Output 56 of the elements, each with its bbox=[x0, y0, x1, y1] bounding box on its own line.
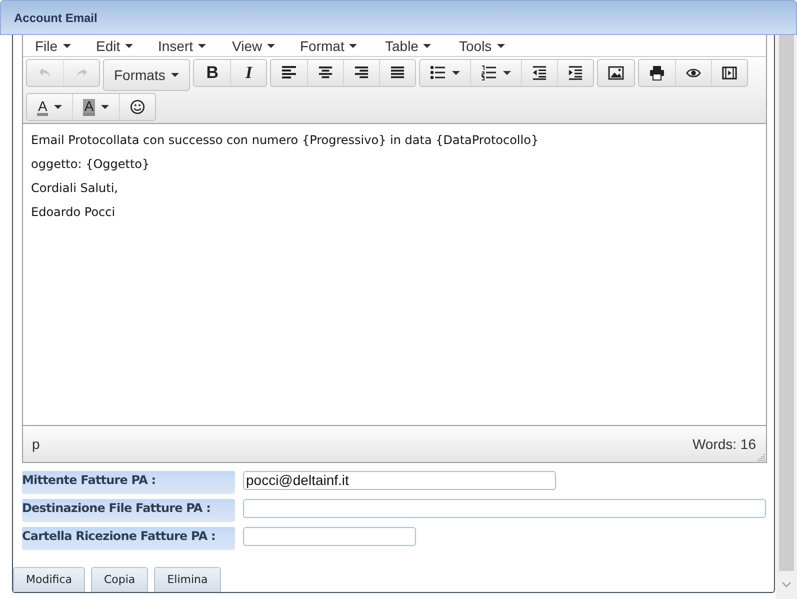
caret-icon bbox=[349, 44, 358, 48]
field-label: Cartella Ricezione Fatture PA : bbox=[22, 527, 235, 550]
paragraph: Email Protocollata con successo con numero {Progressivo} in data {DataProtocollo} bbox=[31, 132, 540, 148]
field-label: Mittente Fatture PA : bbox=[22, 471, 235, 494]
image-icon bbox=[608, 65, 624, 81]
scroll-down-icon bbox=[782, 582, 791, 588]
menu-item[interactable]: Tools bbox=[459, 38, 519, 52]
menu-item[interactable]: View bbox=[232, 38, 300, 52]
justify-icon bbox=[390, 65, 406, 81]
resize-grip-icon bbox=[757, 453, 765, 461]
paragraph: Edoardo Pocci bbox=[31, 204, 116, 220]
indent-icon bbox=[568, 65, 584, 81]
caret-icon bbox=[423, 44, 432, 48]
align-right-icon bbox=[354, 65, 370, 81]
toolbar-button[interactable]: Formats bbox=[104, 60, 190, 90]
word-count: Words: 16 bbox=[692, 434, 756, 454]
bullet-list-icon bbox=[430, 65, 446, 81]
paragraph: oggetto: {Oggetto} bbox=[31, 156, 151, 172]
caret-icon bbox=[125, 44, 134, 48]
caret-icon bbox=[198, 44, 206, 48]
caret-icon bbox=[503, 71, 512, 75]
align-center-icon bbox=[318, 65, 334, 81]
caret-icon bbox=[171, 73, 180, 77]
caret-icon bbox=[496, 44, 505, 48]
toolbar-button[interactable]: I bbox=[230, 60, 266, 86]
menu-item[interactable]: Insert bbox=[158, 38, 232, 52]
numbered-list-icon bbox=[481, 65, 498, 81]
toolbar-button[interactable]: B bbox=[194, 60, 230, 86]
input-field[interactable]: pocci@deltainf.it bbox=[243, 471, 556, 490]
film-icon bbox=[722, 65, 738, 81]
menu-item[interactable]: Table bbox=[385, 38, 459, 52]
input-field[interactable] bbox=[243, 527, 416, 546]
caret-icon bbox=[54, 105, 62, 109]
paragraph: Cordiali Saluti, bbox=[31, 180, 119, 196]
align-left-icon bbox=[281, 65, 298, 81]
menu-item[interactable]: Edit bbox=[96, 38, 158, 52]
element-path: p bbox=[32, 434, 40, 454]
outdent-icon bbox=[532, 65, 548, 81]
toolbar-button[interactable]: A bbox=[72, 94, 119, 120]
action-button[interactable]: Copia bbox=[90, 567, 148, 592]
printer-icon bbox=[649, 65, 666, 81]
action-button[interactable]: Modifica bbox=[13, 567, 85, 592]
menu-item[interactable]: File bbox=[35, 38, 96, 52]
window-title: Account Email bbox=[14, 10, 98, 26]
action-button[interactable]: Elimina bbox=[154, 567, 221, 592]
caret-icon bbox=[452, 71, 460, 75]
caret-icon bbox=[267, 44, 276, 48]
input-field[interactable] bbox=[243, 499, 766, 518]
menu-item[interactable]: Format bbox=[300, 38, 385, 52]
caret-icon bbox=[62, 44, 71, 48]
caret-icon bbox=[100, 105, 109, 109]
field-label: Destinazione File Fatture PA : bbox=[22, 499, 235, 522]
scrollbar[interactable] bbox=[776, 35, 797, 599]
smiley-icon bbox=[130, 99, 145, 115]
toolbar-button[interactable]: A bbox=[27, 94, 72, 120]
editor-content[interactable]: Email Protocollata con successo con numero {Progressivo} in data {DataProtocollo} oggetto: {Oggetto} Cordiali Saluti, Edoardo Pocci bbox=[23, 124, 766, 425]
